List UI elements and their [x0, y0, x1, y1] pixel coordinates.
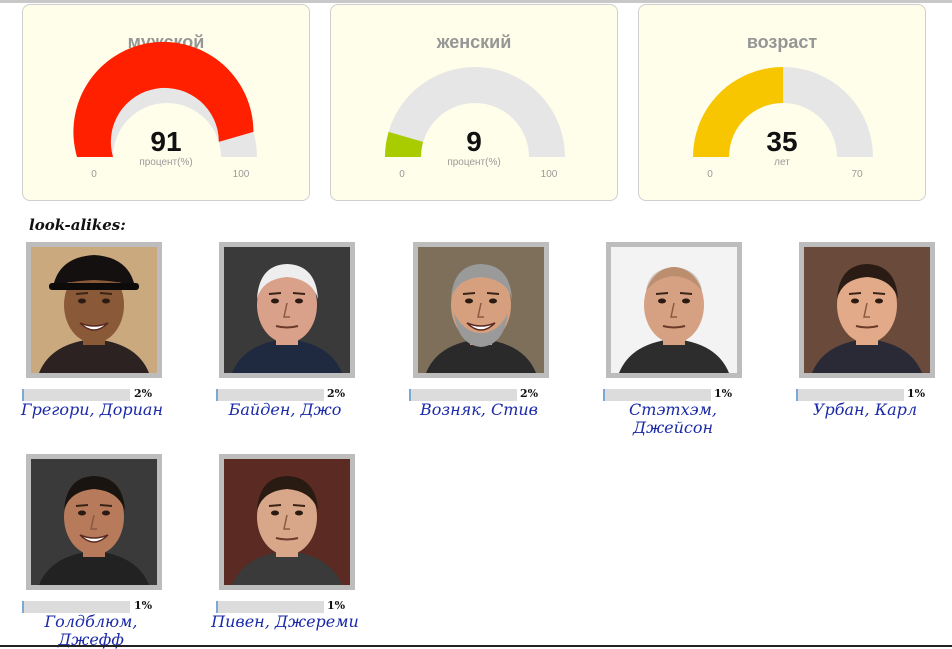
face-illustration	[224, 247, 350, 373]
gauge-unit: процент(%)	[139, 157, 193, 168]
similarity-percent: 1%	[134, 599, 153, 612]
gauge-arc	[385, 67, 565, 157]
similarity-bar-fill	[22, 601, 25, 613]
similarity-bar-fill	[409, 389, 412, 401]
face-illustration	[804, 247, 930, 373]
similarity-percent: 2%	[134, 387, 153, 400]
person-photo	[224, 459, 350, 585]
face-illustration	[31, 247, 157, 373]
gauge-male: мужской 91 процент(%) 0 100	[22, 4, 310, 201]
person-photo-frame[interactable]	[413, 242, 549, 378]
person-photo-frame[interactable]	[219, 454, 355, 590]
person-photo	[31, 459, 157, 585]
gauge-min: 0	[91, 169, 97, 180]
person-name-link[interactable]: Голдблюм, Джефф	[16, 613, 166, 649]
gauge-min: 0	[707, 169, 713, 180]
person-photo-frame[interactable]	[799, 242, 935, 378]
similarity-bar-fill	[796, 389, 799, 401]
person-photo-frame[interactable]	[26, 454, 162, 590]
person-photo-frame[interactable]	[26, 242, 162, 378]
similarity-bar-fill	[603, 389, 606, 401]
gauge-value: 35	[766, 126, 798, 157]
gauge-arc	[693, 67, 873, 157]
face-illustration	[224, 459, 350, 585]
person-photo-frame[interactable]	[219, 242, 355, 378]
person-photo	[611, 247, 737, 373]
gauge-max: 100	[540, 169, 558, 180]
gauge-value: 91	[150, 126, 182, 157]
person-name-link[interactable]: Грегори, Дориан	[7, 401, 177, 419]
person-name-link[interactable]: Возняк, Стив	[394, 401, 564, 419]
face-illustration	[418, 247, 544, 373]
lookalikes-label: look-alikes:	[29, 216, 126, 234]
person-name-link[interactable]: Урбан, Карл	[780, 401, 950, 419]
gauge-value: 9	[466, 126, 482, 157]
person-name-link[interactable]: Байден, Джо	[200, 401, 370, 419]
gauge-max: 70	[851, 169, 863, 180]
person-photo	[804, 247, 930, 373]
person-name-link[interactable]: Стэтхэм, Джейсон	[608, 401, 738, 437]
person-photo	[224, 247, 350, 373]
similarity-bar-fill	[216, 389, 219, 401]
similarity-percent: 2%	[520, 387, 539, 400]
gauge-female: женский 9 процент(%) 0 100	[330, 4, 618, 201]
gauge-unit: лет	[774, 157, 790, 168]
face-illustration	[31, 459, 157, 585]
person-photo	[31, 247, 157, 373]
face-illustration	[611, 247, 737, 373]
gauge-arc	[73, 41, 257, 157]
similarity-percent: 1%	[714, 387, 733, 400]
similarity-percent: 1%	[907, 387, 926, 400]
gauge-age: возраст 35 лет 0 70	[638, 4, 926, 201]
gauge-min: 0	[399, 169, 405, 180]
person-name-link[interactable]: Пивен, Джереми	[200, 613, 370, 631]
similarity-percent: 1%	[327, 599, 346, 612]
gauge-max: 100	[232, 169, 250, 180]
similarity-percent: 2%	[327, 387, 346, 400]
top-border	[0, 0, 952, 3]
person-photo-frame[interactable]	[606, 242, 742, 378]
gauge-unit: процент(%)	[447, 157, 501, 168]
person-photo	[418, 247, 544, 373]
